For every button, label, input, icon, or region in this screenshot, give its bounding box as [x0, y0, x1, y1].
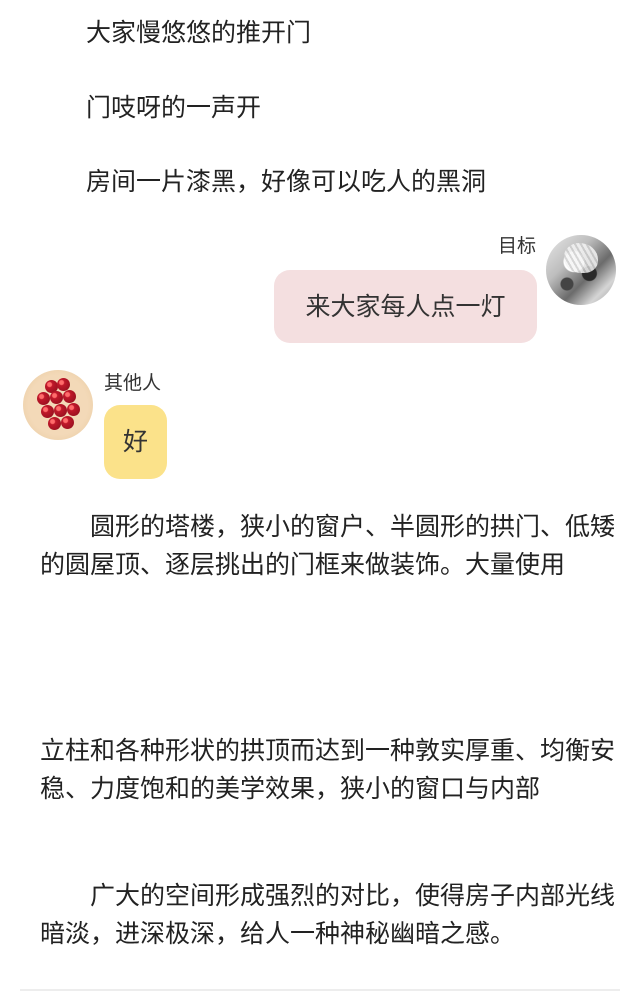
berry-icon	[37, 392, 50, 405]
berry-icon	[41, 405, 54, 418]
body-paragraph-1: 圆形的塔楼，狭小的窗户、半圆形的拱门、低矮的圆屋顶、逐层挑出的门框来做装饰。大量…	[40, 512, 616, 579]
berry-icon	[48, 417, 61, 430]
berry-icon	[67, 403, 80, 416]
speaker-name-target: 目标	[497, 235, 536, 257]
bottom-divider	[20, 989, 620, 991]
narration-line-2: 门吱呀的一声开	[86, 93, 262, 122]
anime-avatar-icon[interactable]	[546, 235, 616, 305]
narration-line-1: 大家慢悠悠的推开门	[86, 18, 312, 47]
chat-bubble-target: 来大家每人点一灯	[274, 270, 537, 343]
berry-icon	[61, 416, 74, 429]
narration-line-3: 房间一片漆黑，好像可以吃人的黑洞	[86, 167, 487, 196]
berry-icon	[54, 404, 67, 417]
chat-bubble-text: 好	[122, 427, 148, 456]
body-paragraph-2: 立柱和各种形状的拱顶而达到一种敦实厚重、均衡安稳、力度饱和的美学效果，狭小的窗口…	[40, 736, 616, 803]
berry-icon	[50, 391, 63, 404]
berry-icon	[63, 390, 76, 403]
chat-bubble-text: 来大家每人点一灯	[305, 291, 506, 321]
body-paragraph-3: 广大的空间形成强烈的对比，使得房子内部光线暗淡，进深极深，给人一种神秘幽暗之感。	[40, 881, 616, 948]
chat-bubble-others: 好	[104, 405, 167, 479]
speaker-name-others: 其他人	[104, 372, 162, 394]
berry-pastry-avatar-icon[interactable]	[23, 370, 93, 440]
